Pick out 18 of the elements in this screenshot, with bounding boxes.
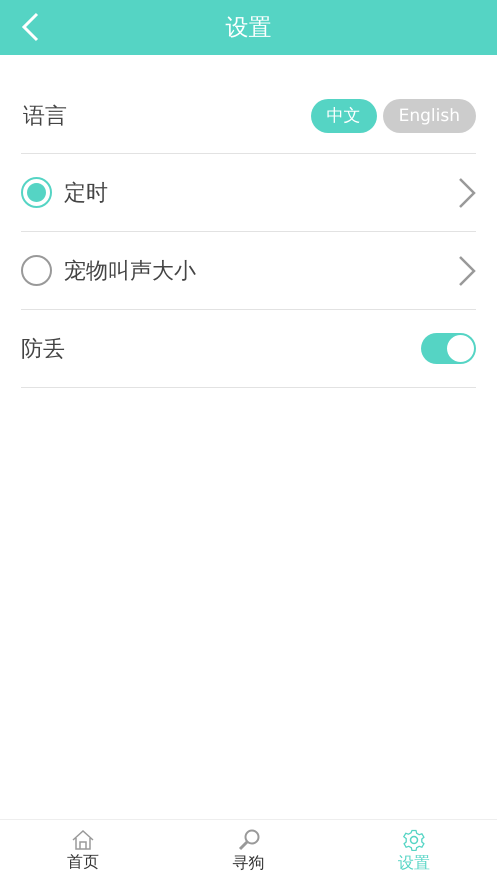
chevron-icon[interactable] — [458, 254, 476, 286]
anti-loss-label: 防丢 — [21, 336, 66, 364]
nav-tab[interactable]: 设置 — [331, 820, 497, 883]
chevron-icon[interactable] — [458, 176, 476, 208]
page-title: 设置 — [226, 14, 272, 43]
language-option[interactable]: 中文 — [310, 98, 377, 132]
settings-icon — [403, 829, 426, 851]
search-icon — [238, 829, 260, 851]
nav-tab[interactable]: 寻狗 — [166, 820, 332, 883]
language-label: 语言 — [22, 102, 67, 130]
home-icon — [72, 830, 94, 850]
toggle-switch[interactable] — [421, 333, 476, 364]
nav-tab[interactable]: 首页 — [0, 820, 166, 883]
back-icon[interactable] — [20, 11, 40, 43]
radio-button[interactable] — [21, 177, 52, 208]
option-label: 定时 — [64, 180, 109, 208]
radio-button[interactable] — [21, 255, 52, 286]
option-label: 宠物叫声大小 — [64, 258, 197, 286]
